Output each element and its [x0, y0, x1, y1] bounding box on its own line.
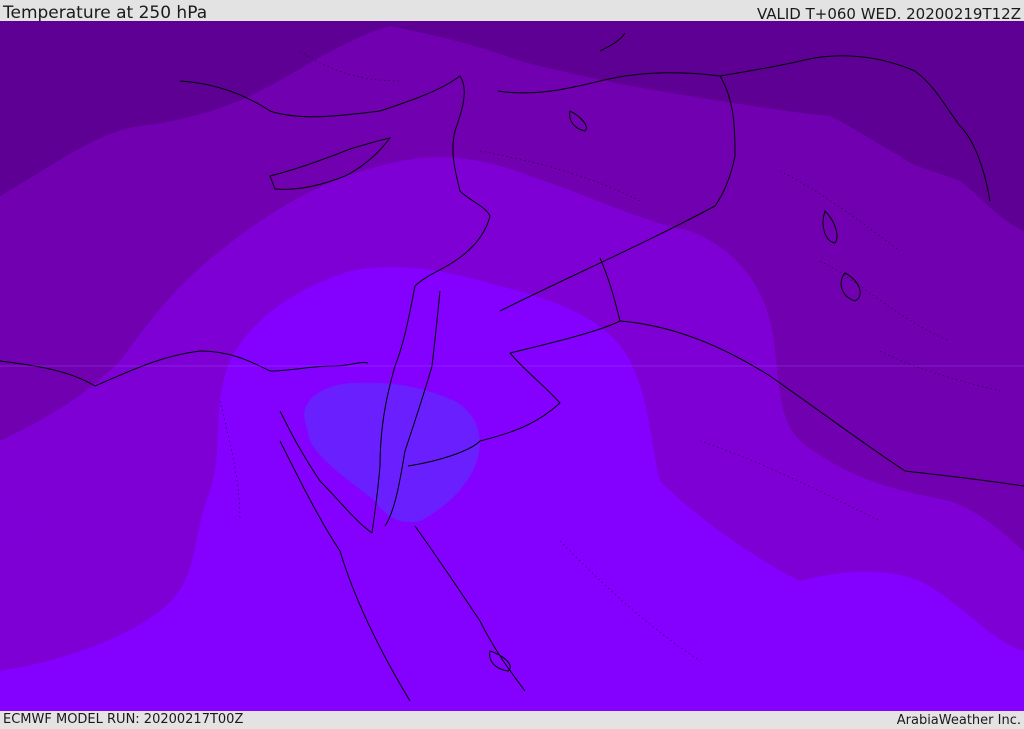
footer-bar: ECMWF MODEL RUN: 20200217T00Z ArabiaWeat…: [0, 711, 1024, 729]
model-run: ECMWF MODEL RUN: 20200217T00Z: [3, 712, 244, 727]
map-canvas: [0, 21, 1024, 711]
header-bar: Temperature at 250 hPa VALID T+060 WED. …: [0, 0, 1024, 23]
temperature-map[interactable]: [0, 21, 1024, 711]
map-title: Temperature at 250 hPa: [3, 3, 208, 23]
credit-text: ArabiaWeather Inc.: [896, 713, 1021, 728]
